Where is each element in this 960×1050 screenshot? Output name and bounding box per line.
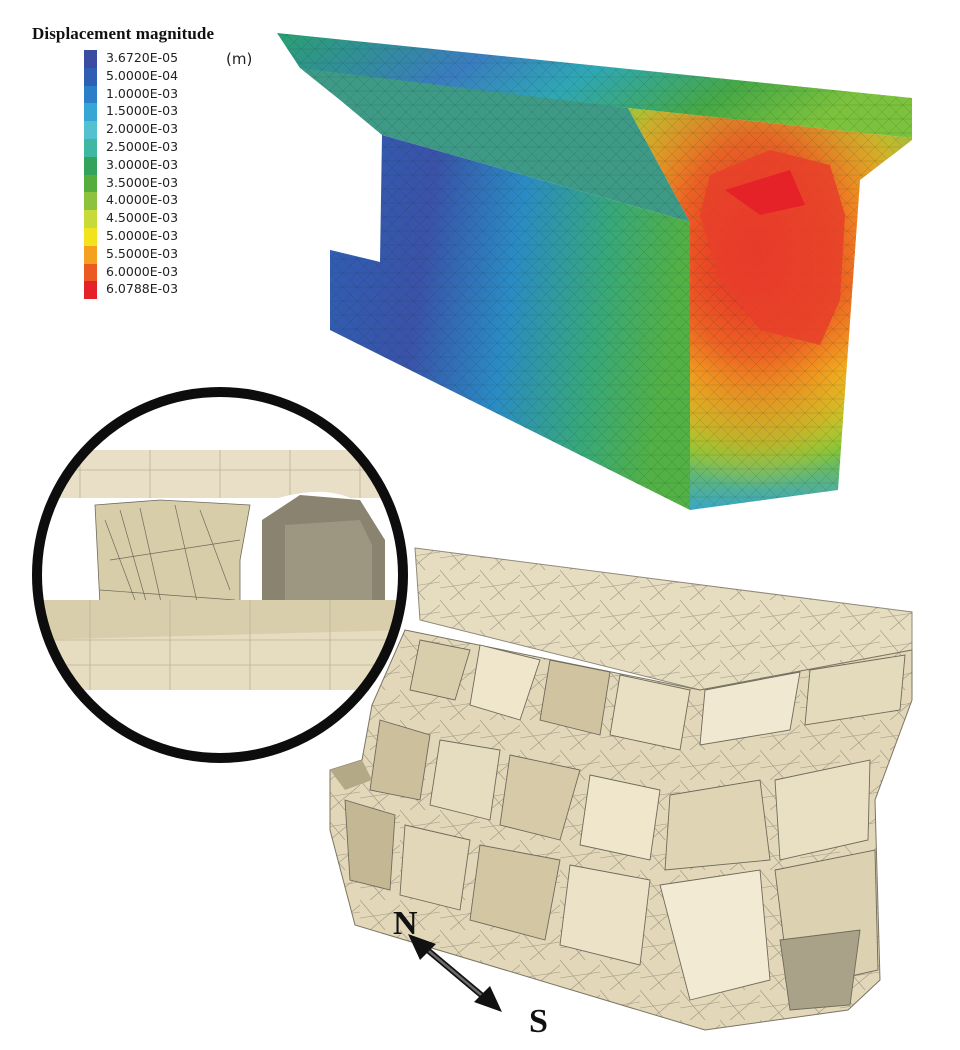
compass-north-label: N — [393, 905, 418, 942]
fractured-pillar-model — [329, 547, 913, 1031]
legend-color-bar — [84, 50, 97, 300]
legend-label: 1.0000E-03 — [106, 85, 179, 101]
legend-labels: 3.6720E-05 5.0000E-04 1.0000E-03 1.5000E-03… — [106, 49, 178, 298]
legend-label: 5.0000E-03 — [106, 227, 179, 243]
legend-swatch — [84, 263, 97, 282]
legend-swatch — [84, 67, 97, 86]
legend-swatch — [84, 138, 97, 157]
inset-zoom-view — [32, 387, 408, 763]
displacement-legend: Displacement magnitude (m) 3.6720E-05 5.0… — [26, 18, 258, 304]
legend-swatch — [84, 103, 97, 122]
legend-label: 5.0000E-04 — [106, 67, 179, 83]
legend-swatch — [84, 121, 97, 139]
compass-south-label: S — [529, 1003, 548, 1040]
legend-label: 6.0000E-03 — [106, 263, 179, 279]
legend-swatch — [84, 50, 97, 68]
legend-label: 4.5000E-03 — [106, 210, 179, 226]
legend-label: 1.5000E-03 — [106, 103, 179, 119]
legend-label: 4.0000E-03 — [106, 192, 179, 208]
legend-title: Displacement magnitude — [32, 24, 215, 43]
legend-swatch — [84, 245, 97, 264]
legend-label: 3.0000E-03 — [106, 156, 179, 172]
legend-swatch — [84, 85, 97, 104]
legend-swatch — [84, 156, 97, 175]
legend-swatch — [84, 174, 97, 193]
displacement-model — [277, 33, 912, 510]
legend-label: 6.0788E-03 — [106, 281, 179, 297]
legend-swatch — [84, 227, 97, 246]
legend-label: 3.6720E-05 — [106, 50, 179, 65]
legend-label: 2.0000E-03 — [106, 121, 179, 137]
legend-swatch — [84, 210, 97, 228]
legend-label: 5.5000E-03 — [106, 245, 179, 261]
legend-unit: (m) — [226, 50, 253, 68]
legend-label: 2.5000E-03 — [106, 138, 179, 154]
legend-swatch — [84, 281, 97, 300]
legend-label: 3.5000E-03 — [106, 174, 179, 190]
legend-swatch — [84, 192, 97, 211]
